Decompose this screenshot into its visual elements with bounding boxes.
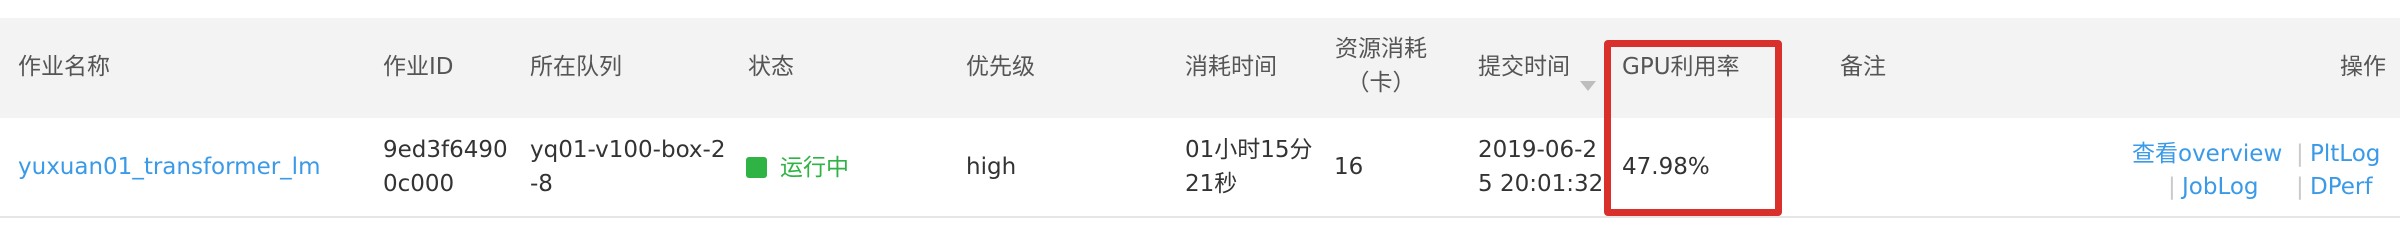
resource-value: 16 [1334, 154, 1364, 180]
action-separator: | [2168, 174, 2176, 200]
job-id-line2: 0c000 [383, 171, 455, 197]
gpu-util-value: 47.98% [1622, 154, 1710, 180]
submit-line2: 5 20:01:32 [1478, 171, 1604, 197]
dperf-link[interactable]: DPerf [2310, 170, 2372, 204]
priority-value: high [966, 154, 1017, 180]
header-note: 备注 [1840, 54, 1886, 80]
status-text: 运行中 [780, 155, 849, 181]
header-resource: 资源消耗 （卡） [1326, 32, 1436, 100]
status-running-icon [746, 157, 767, 178]
header-priority: 优先级 [966, 54, 1035, 80]
header-job-name: 作业名称 [18, 54, 110, 80]
sort-down-icon[interactable] [1580, 81, 1596, 91]
header-job-id: 作业ID [383, 54, 454, 80]
queue-line1: yq01-v100-box-2 [530, 137, 726, 163]
elapsed-line1: 01小时15分 [1185, 137, 1313, 163]
job-id-line1: 9ed3f6490 [383, 137, 508, 163]
elapsed-time: 01小时15分 21秒 [1185, 133, 1313, 201]
header-submit-time[interactable]: 提交时间 [1478, 50, 1570, 84]
joblog-link[interactable]: JobLog [2182, 170, 2259, 204]
header-actions: 操作 [2340, 54, 2386, 80]
action-separator: | [2296, 141, 2304, 167]
pltlog-link[interactable]: PltLog [2310, 137, 2380, 171]
submit-time: 2019-06-2 5 20:01:32 [1478, 133, 1603, 201]
header-gpu-util: GPU利用率 [1622, 54, 1740, 80]
queue-name: yq01-v100-box-2 -8 [530, 133, 725, 201]
job-name-link[interactable]: yuxuan01_transformer_lm [18, 150, 320, 184]
view-overview-link[interactable]: 查看overview [2132, 137, 2282, 171]
queue-line2: -8 [530, 171, 553, 197]
table-header: 作业名称 作业ID 所在队列 状态 优先级 消耗时间 资源消耗 （卡） 提交时间… [0, 18, 2400, 118]
job-id: 9ed3f6490 0c000 [383, 133, 508, 201]
header-status: 状态 [748, 54, 794, 80]
header-resource-line1: 资源消耗 [1335, 36, 1427, 62]
elapsed-line2: 21秒 [1185, 171, 1238, 197]
action-separator: | [2296, 174, 2304, 200]
header-queue: 所在队列 [530, 54, 622, 80]
header-resource-line2: （卡） [1346, 70, 1416, 96]
submit-line1: 2019-06-2 [1478, 137, 1598, 163]
jobs-table: 作业名称 作业ID 所在队列 状态 优先级 消耗时间 资源消耗 （卡） 提交时间… [0, 0, 2406, 222]
header-elapsed: 消耗时间 [1185, 54, 1277, 80]
